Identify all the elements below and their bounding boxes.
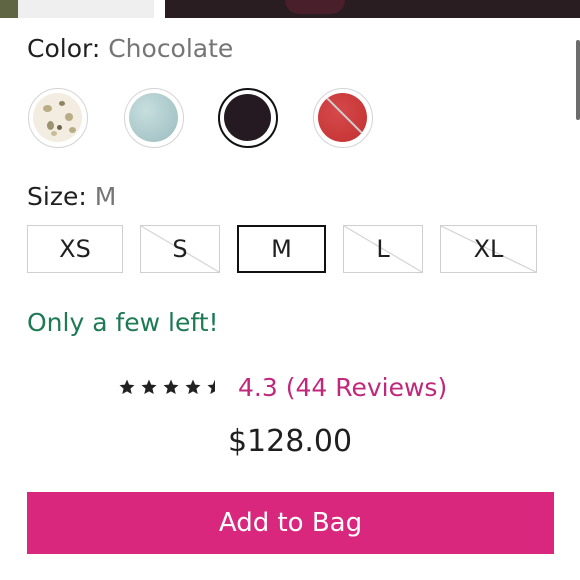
product-price: $128.00: [227, 424, 353, 459]
swatch-floral[interactable]: [28, 88, 88, 148]
swatch-chocolate-fill: [224, 94, 271, 141]
scrollbar[interactable]: [576, 40, 580, 120]
size-option-l-unavailable[interactable]: L: [343, 225, 423, 273]
swatch-chocolate[interactable]: [218, 88, 278, 148]
color-label: Color: Chocolate: [27, 32, 233, 66]
star-rating: [118, 378, 224, 396]
swatch-sky-fill: [129, 93, 178, 142]
size-label: Size: M: [27, 180, 116, 214]
product-image-strip[interactable]: [0, 0, 580, 18]
product-image-thumb[interactable]: [0, 0, 18, 18]
size-label-text: Size:: [27, 182, 87, 211]
star-icon: [185, 379, 201, 394]
size-option-label: L: [376, 235, 390, 263]
color-label-text: Color:: [27, 34, 101, 63]
size-option-s-unavailable[interactable]: S: [140, 225, 220, 273]
star-icon: [141, 379, 157, 394]
size-option-label: S: [172, 235, 188, 263]
size-selected-value: M: [94, 182, 117, 211]
swatch-red-unavailable[interactable]: [313, 88, 373, 148]
size-option-label: XL: [473, 235, 504, 263]
swatch-sky[interactable]: [124, 88, 184, 148]
star-icon: [119, 379, 135, 394]
rating-row[interactable]: 4.3 (44 Reviews): [118, 370, 447, 404]
color-selected-value: Chocolate: [108, 34, 234, 63]
size-option-xl-unavailable[interactable]: XL: [440, 225, 537, 273]
product-image-thumb[interactable]: [18, 0, 154, 18]
size-option-label: M: [271, 235, 292, 263]
size-option-xs[interactable]: XS: [27, 225, 123, 273]
add-to-bag-button[interactable]: Add to Bag: [27, 492, 554, 554]
size-option-m[interactable]: M: [237, 225, 326, 273]
unavailable-slash: [322, 93, 367, 142]
stock-status: Only a few left!: [27, 308, 219, 337]
product-image-main[interactable]: [165, 0, 580, 18]
star-icon: [163, 379, 179, 394]
add-to-bag-label: Add to Bag: [218, 508, 363, 538]
swatch-red-fill: [318, 93, 367, 142]
star-half-icon: [207, 379, 215, 394]
swatch-floral-fill: [33, 93, 82, 142]
size-option-label: XS: [59, 235, 91, 263]
reviews-link[interactable]: 4.3 (44 Reviews): [238, 373, 447, 402]
